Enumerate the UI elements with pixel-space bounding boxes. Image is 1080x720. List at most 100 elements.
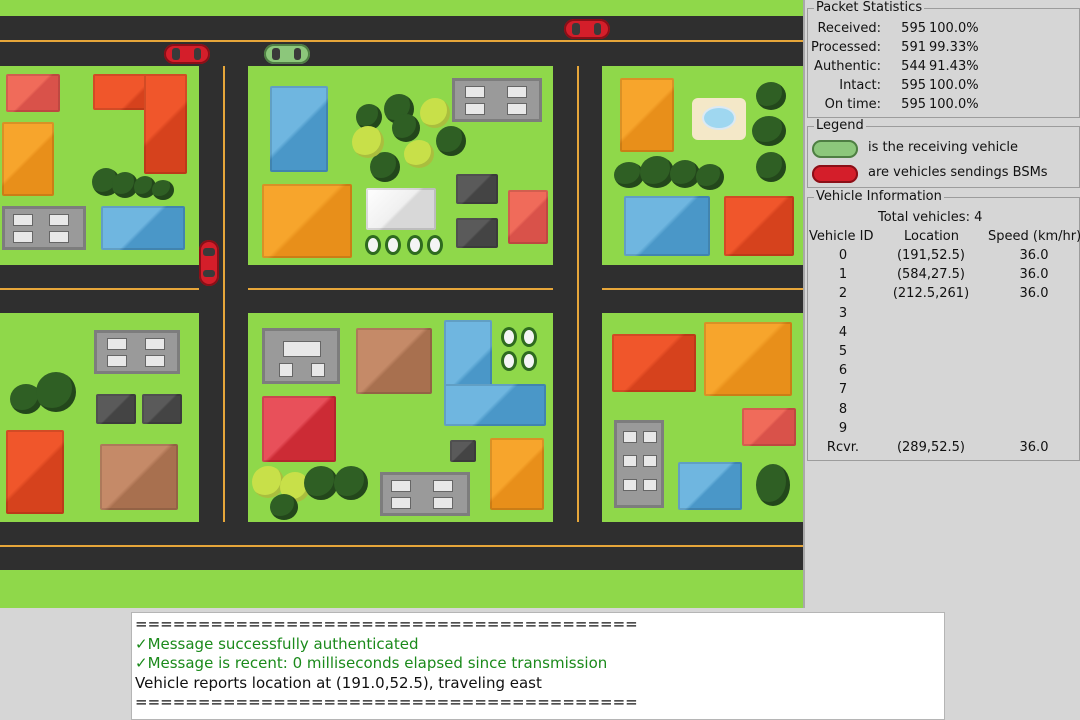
vehicle-speed-cell: 36.0 [1019, 440, 1049, 455]
house-roof [678, 462, 742, 510]
flower [504, 330, 514, 344]
vehicle-information-title: Vehicle Information [814, 189, 944, 205]
tree [436, 126, 466, 156]
road-bottom [0, 522, 803, 570]
road-left [199, 66, 248, 522]
legend-title: Legend [814, 118, 866, 134]
stat-percent: 100.0% [929, 21, 979, 36]
house-roof [6, 74, 60, 112]
tree [756, 82, 786, 110]
vehicle-1-sender[interactable] [564, 19, 610, 39]
stat-label: On time: [824, 97, 881, 112]
house-roof [366, 188, 436, 230]
legend-sending-text: are vehicles sendings BSMs [868, 165, 1048, 180]
vehicle-id-cell: 5 [838, 344, 848, 359]
vehicle-id-cell: 8 [838, 401, 848, 417]
stat-label: Received: [817, 21, 881, 36]
house-roof [456, 174, 498, 204]
house-roof [101, 206, 185, 250]
apartment-building [2, 206, 86, 250]
tree [640, 156, 674, 188]
house-roof [6, 430, 64, 514]
bush [404, 140, 434, 168]
house-roof [96, 394, 136, 424]
tree [152, 180, 174, 200]
tree [392, 114, 420, 142]
vehicle-0-sender[interactable] [164, 44, 210, 64]
stat-label: Authentic: [814, 59, 881, 74]
receiving-vehicle-icon [812, 140, 858, 158]
stat-row: Intact: 595 100.0% [808, 77, 1080, 95]
house-roof [2, 122, 54, 196]
stat-count: 595 [901, 97, 926, 112]
stat-row: On time: 595 100.0% [808, 96, 1080, 114]
legend-receiving-text: is the receiving vehicle [868, 140, 1019, 155]
stat-row: Processed: 591 99.33% [808, 39, 1080, 57]
stat-percent: 100.0% [929, 97, 979, 112]
house-roof [456, 218, 498, 248]
vehicle-speed-cell: 36.0 [1019, 267, 1049, 283]
vehicle-location-cell: (584,27.5) [896, 267, 966, 283]
house-roof [444, 384, 546, 426]
console-line: ======================================== [135, 693, 638, 711]
house-roof [490, 438, 544, 510]
tree [36, 372, 76, 412]
flower [524, 354, 534, 368]
house-roof [100, 444, 178, 510]
message-log-console[interactable]: ========================================… [131, 612, 945, 720]
apartment-building [452, 78, 542, 122]
road-right [553, 66, 602, 522]
house-roof [612, 334, 696, 392]
vehicle-information-panel: Vehicle Information Total vehicles: 4 Ve… [807, 189, 1080, 461]
vehicle-id-cell: 6 [838, 363, 848, 379]
vehicle-location-cell: (191,52.5) [896, 248, 966, 263]
road-top [0, 16, 803, 66]
house-roof [508, 190, 548, 244]
apartment-building [94, 330, 180, 374]
apartment-building [262, 328, 340, 384]
stat-count: 595 [901, 21, 926, 36]
vehicle-location-cell: (212.5,261) [892, 286, 970, 302]
house-roof [262, 184, 352, 258]
vehicle-speed-cell: 36.0 [1019, 286, 1049, 302]
stat-row: Received: 595 100.0% [808, 20, 1080, 38]
flower [410, 238, 420, 252]
tree [756, 152, 786, 182]
road-middle [0, 265, 803, 313]
packet-statistics-panel: Packet Statistics Received: 595 100.0% Proc… [807, 0, 1080, 118]
vehicle-speed-cell: 36.0 [1019, 248, 1049, 263]
vehicle-2-sender[interactable] [199, 240, 219, 286]
vehicle-id-cell: 2 [838, 286, 848, 302]
tree [752, 116, 786, 146]
house-roof [270, 86, 328, 172]
stat-label: Intact: [839, 78, 881, 93]
stat-label: Processed: [811, 40, 881, 55]
flower [504, 354, 514, 368]
tree [270, 494, 298, 520]
sending-vehicle-icon [812, 165, 858, 183]
console-line: ✓Message is recent: 0 milliseconds elaps… [135, 654, 608, 672]
stat-count: 591 [901, 40, 926, 55]
house-roof [624, 196, 710, 256]
vehicle-id-cell: 4 [838, 324, 848, 340]
city-map [0, 0, 805, 608]
vehicle-id-cell: 1 [838, 267, 848, 283]
house-roof [356, 328, 432, 394]
stat-count: 595 [901, 78, 926, 93]
vehicle-id-cell: 0 [838, 248, 848, 263]
console-line: ✓Message successfully authenticated [135, 634, 419, 653]
house-roof [142, 394, 182, 424]
tree [304, 466, 338, 500]
vehicle-id-cell: 3 [838, 305, 848, 321]
swimming-pool [692, 98, 746, 140]
bush [252, 466, 284, 498]
receiving-vehicle[interactable] [264, 44, 310, 64]
stat-percent: 99.33% [929, 40, 979, 55]
house-roof [724, 196, 794, 256]
col-header-speed: Speed (km/hr) [988, 229, 1080, 244]
col-header-location: Location [904, 229, 959, 244]
apartment-building [380, 472, 470, 516]
stat-count: 544 [901, 59, 926, 74]
flower [388, 238, 398, 252]
flower [368, 238, 378, 252]
